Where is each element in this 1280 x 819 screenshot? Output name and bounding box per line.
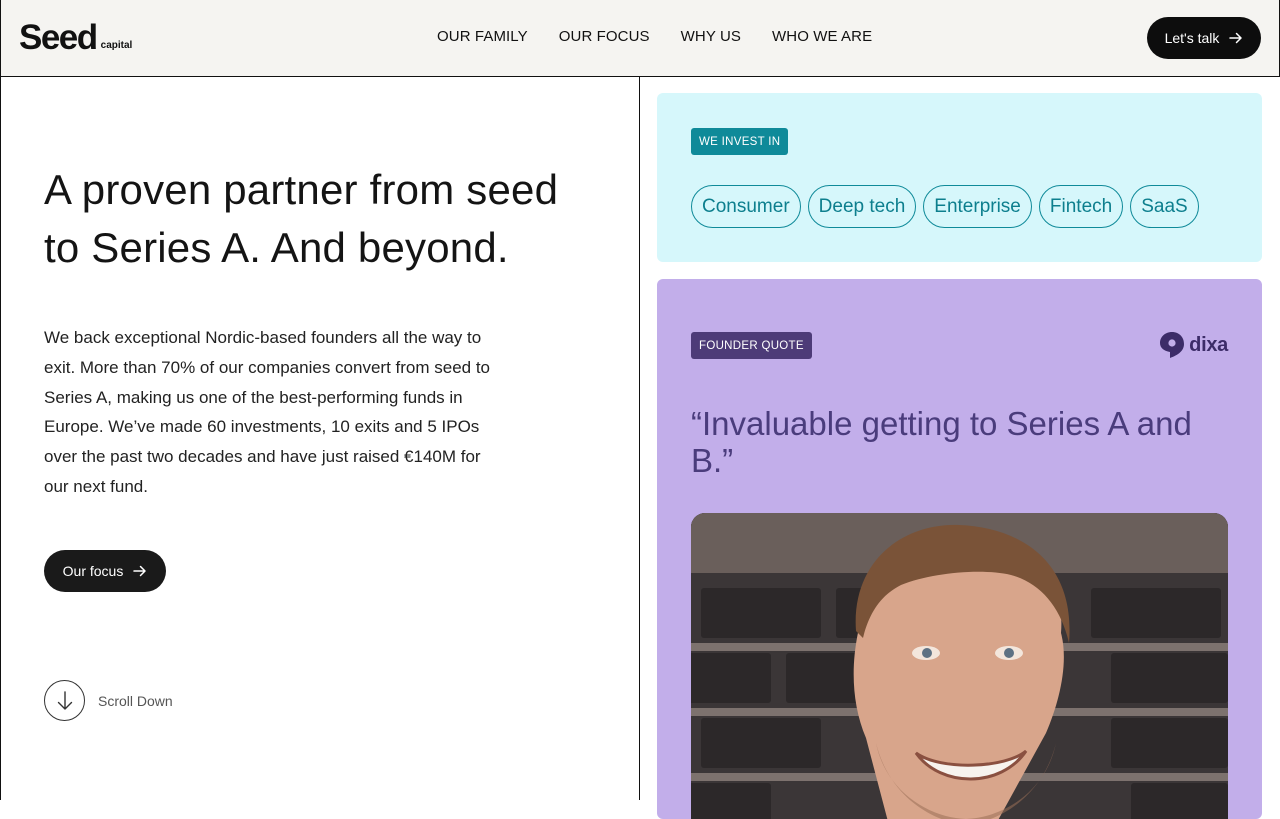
seed-capital-logo[interactable]: Seed capital bbox=[19, 18, 133, 57]
we-invest-in-card: WE INVEST IN Consumer Deep tech Enterpri… bbox=[657, 93, 1262, 262]
dixa-wordmark: dixa bbox=[1189, 333, 1228, 356]
chip-deep-tech[interactable]: Deep tech bbox=[807, 185, 917, 228]
founder-quote-tag: FOUNDER QUOTE bbox=[691, 332, 812, 359]
logo-wordmark: Seed bbox=[19, 18, 98, 57]
we-invest-in-tag: WE INVEST IN bbox=[691, 128, 789, 155]
site-header: Seed capital OUR FAMILY OUR FOCUS WHY US… bbox=[0, 0, 1280, 77]
nav-why-us[interactable]: WHY US bbox=[681, 28, 741, 45]
sector-chips: Consumer Deep tech Enterprise Fintech Sa… bbox=[691, 185, 1199, 228]
our-focus-button[interactable]: Our focus bbox=[44, 550, 166, 592]
hero-title: A proven partner from seed to Series A. … bbox=[44, 166, 559, 271]
chip-saas[interactable]: SaaS bbox=[1130, 185, 1199, 228]
founder-quote-card: FOUNDER QUOTE dixa “Invaluable getting t… bbox=[657, 279, 1262, 819]
lets-talk-button[interactable]: Let's talk bbox=[1147, 17, 1261, 59]
quote-text: “Invaluable getting to Series A and B.” bbox=[691, 405, 1192, 479]
dixa-logo: dixa bbox=[1158, 331, 1228, 359]
logo-subtitle: capital bbox=[100, 40, 133, 51]
arrow-right-icon bbox=[1229, 32, 1243, 44]
founder-photo bbox=[691, 513, 1228, 819]
our-focus-label: Our focus bbox=[62, 563, 124, 579]
arrow-down-icon bbox=[57, 690, 72, 710]
nav-our-family[interactable]: OUR FAMILY bbox=[437, 28, 528, 45]
hero-section: A proven partner from seed to Series A. … bbox=[0, 77, 640, 800]
chip-fintech[interactable]: Fintech bbox=[1038, 185, 1124, 228]
hero-description: We back exceptional Nordic-based founder… bbox=[44, 328, 491, 496]
dixa-mark-icon bbox=[1160, 332, 1185, 358]
founder-portrait-image bbox=[691, 513, 1228, 819]
scroll-down-label: Scroll Down bbox=[98, 692, 173, 709]
scroll-down-control[interactable]: Scroll Down bbox=[44, 680, 173, 721]
main-nav: OUR FAMILY OUR FOCUS WHY US WHO WE ARE bbox=[437, 28, 903, 45]
lets-talk-label: Let's talk bbox=[1164, 30, 1220, 46]
scroll-down-button[interactable] bbox=[44, 680, 85, 721]
chip-enterprise[interactable]: Enterprise bbox=[923, 185, 1032, 228]
nav-who-we-are[interactable]: WHO WE ARE bbox=[772, 28, 872, 45]
arrow-right-icon bbox=[133, 565, 147, 577]
nav-our-focus[interactable]: OUR FOCUS bbox=[559, 28, 650, 45]
chip-consumer[interactable]: Consumer bbox=[691, 185, 801, 228]
